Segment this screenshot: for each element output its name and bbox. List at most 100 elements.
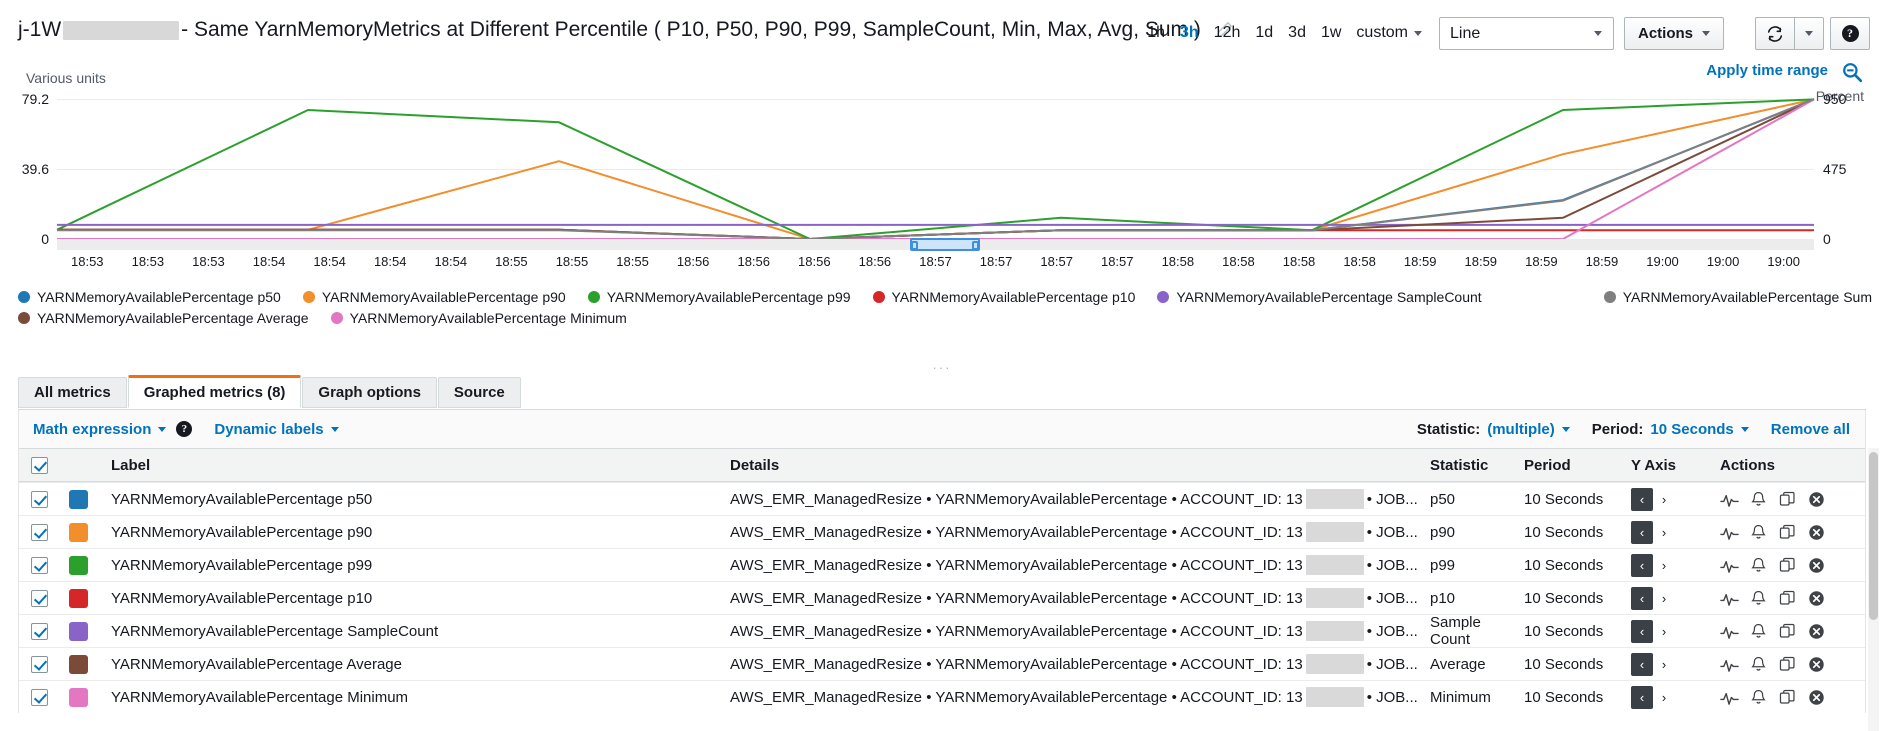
table-row[interactable]: YARNMemoryAvailablePercentage p90AWS_EMR…: [19, 515, 1865, 548]
color-swatch[interactable]: [69, 490, 88, 509]
row-period[interactable]: 10 Seconds: [1519, 524, 1624, 541]
table-row[interactable]: YARNMemoryAvailablePercentage p99AWS_EMR…: [19, 548, 1865, 581]
row-checkbox-cell[interactable]: [19, 557, 59, 574]
table-row[interactable]: YARNMemoryAvailablePercentage SampleCoun…: [19, 614, 1865, 647]
yaxis-right-button[interactable]: ›: [1653, 587, 1675, 610]
yaxis-right-button[interactable]: ›: [1653, 620, 1675, 643]
row-yaxis[interactable]: ‹›: [1624, 620, 1712, 643]
row-yaxis[interactable]: ‹›: [1624, 686, 1712, 709]
row-checkbox-cell[interactable]: [19, 590, 59, 607]
brush-handle-left[interactable]: [911, 241, 918, 250]
table-row[interactable]: YARNMemoryAvailablePercentage p50AWS_EMR…: [19, 482, 1865, 515]
waveform-icon[interactable]: [1720, 523, 1739, 542]
row-statistic[interactable]: p10: [1422, 590, 1519, 607]
chart-plot-area[interactable]: 79.2 39.6 0 950 475 0: [57, 99, 1814, 239]
row-yaxis[interactable]: ‹›: [1624, 587, 1712, 610]
color-swatch[interactable]: [69, 655, 88, 674]
alarm-bell-icon[interactable]: [1749, 655, 1768, 674]
row-yaxis[interactable]: ‹›: [1624, 521, 1712, 544]
yaxis-right-button[interactable]: ›: [1653, 653, 1675, 676]
yaxis-left-button[interactable]: ‹: [1631, 521, 1653, 544]
table-scrollbar-thumb[interactable]: [1869, 452, 1878, 620]
row-label[interactable]: YARNMemoryAvailablePercentage Minimum: [97, 689, 717, 706]
yaxis-right-button[interactable]: ›: [1653, 554, 1675, 577]
tab-graphed-metrics[interactable]: Graphed metrics (8): [128, 375, 302, 408]
remove-circle-icon[interactable]: [1807, 556, 1826, 575]
alarm-bell-icon[interactable]: [1749, 622, 1768, 641]
color-swatch[interactable]: [69, 589, 88, 608]
legend-item[interactable]: YARNMemoryAvailablePercentage SampleCoun…: [1157, 289, 1481, 305]
row-period[interactable]: 10 Seconds: [1519, 623, 1624, 640]
legend-item[interactable]: YARNMemoryAvailablePercentage p90: [303, 289, 566, 305]
row-checkbox-cell[interactable]: [19, 689, 59, 706]
yaxis-left-button[interactable]: ‹: [1631, 587, 1653, 610]
tab-graph-options[interactable]: Graph options: [302, 377, 437, 408]
row-checkbox[interactable]: [31, 623, 48, 640]
select-all-cell[interactable]: [19, 457, 59, 474]
remove-circle-icon[interactable]: [1807, 589, 1826, 608]
row-checkbox-cell[interactable]: [19, 623, 59, 640]
legend-item[interactable]: YARNMemoryAvailablePercentage p99: [588, 289, 851, 305]
row-yaxis[interactable]: ‹›: [1624, 653, 1712, 676]
row-period[interactable]: 10 Seconds: [1519, 656, 1624, 673]
metrics-tabs[interactable]: All metrics Graphed metrics (8) Graph op…: [18, 377, 522, 408]
help-button[interactable]: ?: [1830, 17, 1870, 50]
row-checkbox[interactable]: [31, 656, 48, 673]
row-color-cell[interactable]: [59, 523, 97, 542]
row-checkbox[interactable]: [31, 524, 48, 541]
remove-circle-icon[interactable]: [1807, 490, 1826, 509]
duplicate-icon[interactable]: [1778, 556, 1797, 575]
table-row[interactable]: YARNMemoryAvailablePercentage MinimumAWS…: [19, 680, 1865, 713]
time-range-3d[interactable]: 3d: [1288, 24, 1306, 42]
color-swatch[interactable]: [69, 523, 88, 542]
time-range-selector[interactable]: 1h 3h 12h 1d 3d 1w custom: [1147, 24, 1422, 42]
legend-item-sum[interactable]: YARNMemoryAvailablePercentage Sum: [1604, 289, 1872, 305]
row-period[interactable]: 10 Seconds: [1519, 590, 1624, 607]
waveform-icon[interactable]: [1720, 655, 1739, 674]
panel-resize-handle[interactable]: ···: [0, 360, 1884, 375]
apply-time-range-link[interactable]: Apply time range: [1706, 62, 1828, 79]
time-range-1w[interactable]: 1w: [1321, 24, 1341, 42]
row-yaxis[interactable]: ‹›: [1624, 554, 1712, 577]
duplicate-icon[interactable]: [1778, 622, 1797, 641]
time-range-3h[interactable]: 3h: [1180, 24, 1199, 42]
duplicate-icon[interactable]: [1778, 523, 1797, 542]
duplicate-icon[interactable]: [1778, 655, 1797, 674]
remove-circle-icon[interactable]: [1807, 523, 1826, 542]
yaxis-right-button[interactable]: ›: [1653, 521, 1675, 544]
row-statistic[interactable]: Minimum: [1422, 689, 1519, 706]
row-period[interactable]: 10 Seconds: [1519, 491, 1624, 508]
legend-item[interactable]: YARNMemoryAvailablePercentage Minimum: [331, 310, 627, 326]
yaxis-left-button[interactable]: ‹: [1631, 620, 1653, 643]
row-label[interactable]: YARNMemoryAvailablePercentage p50: [97, 491, 717, 508]
remove-circle-icon[interactable]: [1807, 688, 1826, 707]
time-range-custom[interactable]: custom: [1356, 24, 1422, 42]
row-color-cell[interactable]: [59, 556, 97, 575]
row-period[interactable]: 10 Seconds: [1519, 689, 1624, 706]
row-color-cell[interactable]: [59, 688, 97, 707]
yaxis-left-button[interactable]: ‹: [1631, 488, 1653, 511]
select-all-checkbox[interactable]: [31, 457, 48, 474]
waveform-icon[interactable]: [1720, 589, 1739, 608]
tab-all-metrics[interactable]: All metrics: [18, 377, 127, 408]
time-range-1h[interactable]: 1h: [1147, 24, 1165, 42]
row-statistic[interactable]: p50: [1422, 491, 1519, 508]
row-statistic[interactable]: p99: [1422, 557, 1519, 574]
row-color-cell[interactable]: [59, 622, 97, 641]
row-checkbox[interactable]: [31, 491, 48, 508]
yaxis-left-button[interactable]: ‹: [1631, 653, 1653, 676]
remove-circle-icon[interactable]: [1807, 655, 1826, 674]
yaxis-right-button[interactable]: ›: [1653, 488, 1675, 511]
alarm-bell-icon[interactable]: [1749, 589, 1768, 608]
refresh-options-button[interactable]: [1795, 17, 1824, 50]
legend-item[interactable]: YARNMemoryAvailablePercentage Average: [18, 310, 309, 326]
time-range-12h[interactable]: 12h: [1214, 24, 1241, 42]
remove-circle-icon[interactable]: [1807, 622, 1826, 641]
alarm-bell-icon[interactable]: [1749, 490, 1768, 509]
row-statistic[interactable]: Average: [1422, 656, 1519, 673]
legend-item[interactable]: YARNMemoryAvailablePercentage p50: [18, 289, 281, 305]
refresh-button[interactable]: [1755, 17, 1795, 50]
waveform-icon[interactable]: [1720, 490, 1739, 509]
alarm-bell-icon[interactable]: [1749, 688, 1768, 707]
row-checkbox-cell[interactable]: [19, 656, 59, 673]
